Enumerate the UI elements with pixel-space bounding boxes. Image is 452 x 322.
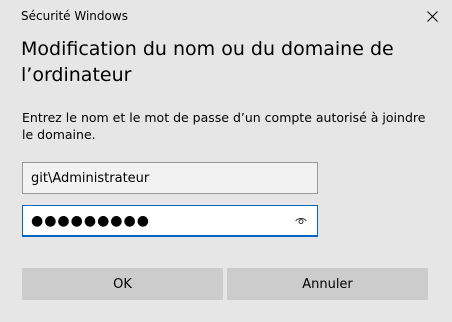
window-title: Sécurité Windows [21, 9, 128, 23]
instructions-text: Entrez le nom et le mot de passe d’un co… [22, 110, 426, 142]
username-value: git\Administrateur [31, 170, 150, 186]
ok-button[interactable]: OK [22, 268, 223, 300]
cancel-button[interactable]: Annuler [227, 268, 428, 300]
close-button[interactable] [422, 6, 442, 26]
eye-icon[interactable] [293, 213, 309, 229]
password-value: ●●●●●●●●● [31, 213, 150, 229]
windows-security-dialog: Sécurité Windows Modification du nom ou … [0, 0, 452, 322]
password-field[interactable]: ●●●●●●●●● [22, 205, 318, 237]
username-field[interactable]: git\Administrateur [22, 162, 318, 194]
title-bar: Sécurité Windows [0, 0, 452, 32]
dialog-heading: Modification du nom ou du domaine de l’o… [21, 38, 394, 86]
close-icon [426, 10, 438, 22]
